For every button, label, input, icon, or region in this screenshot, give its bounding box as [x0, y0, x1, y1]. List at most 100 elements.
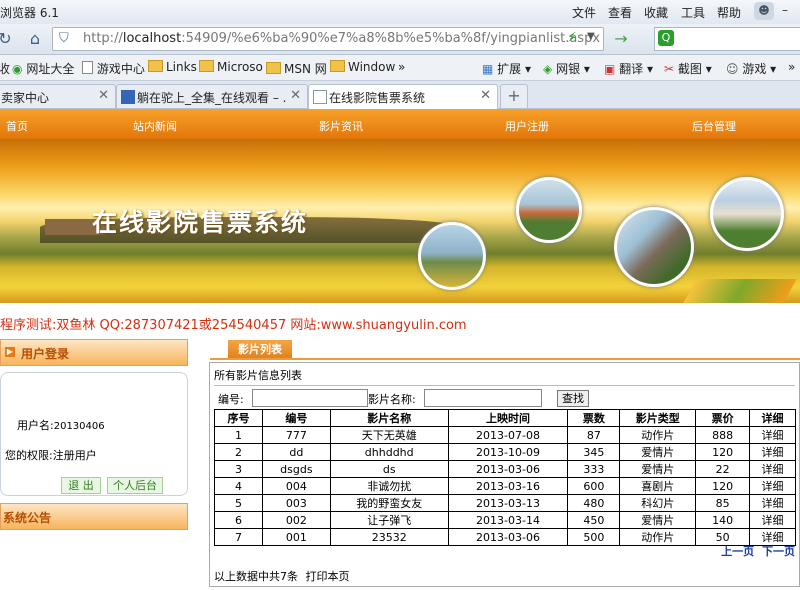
table-header-row: 序号 编号 影片名称 上映时间 票数 影片类型 票价 详细: [214, 409, 796, 427]
table-cell: 2013-03-13: [447, 494, 569, 512]
table-row[interactable]: 7 001 23532 2013-03-06 500 动作片 50 详细: [214, 528, 796, 546]
column-header: 票数: [567, 409, 621, 427]
bookmark-windows[interactable]: Window: [330, 60, 395, 74]
detail-link[interactable]: 详细: [749, 477, 796, 495]
user-avatar-icon[interactable]: ☻: [754, 2, 774, 20]
print-page-link[interactable]: 打印本页: [306, 570, 350, 583]
folder-icon: [199, 60, 214, 72]
bookmark-games[interactable]: 游戏中心: [82, 60, 145, 77]
bookmark-microsoft[interactable]: Microso: [199, 60, 263, 74]
table-cell: 4: [214, 477, 263, 495]
panel-title: 所有影片信息列表: [214, 369, 302, 382]
minimize-icon[interactable]: –: [782, 3, 788, 17]
total-count: 以上数据中共7条: [214, 570, 298, 583]
notice-header: 系统公告: [0, 503, 188, 530]
table-cell: 爱情片: [619, 443, 697, 461]
bookmark-fav[interactable]: 收: [0, 60, 10, 77]
table-cell: 2: [214, 443, 263, 461]
table-cell: 002: [261, 511, 331, 529]
code-input[interactable]: [252, 389, 368, 407]
menu-tools[interactable]: 工具: [681, 4, 705, 21]
search-button[interactable]: 查找: [557, 390, 589, 407]
menu-help[interactable]: 帮助: [717, 4, 741, 21]
table-row[interactable]: 6 002 让子弹飞 2013-03-14 450 爱情片 140 详细: [214, 511, 796, 529]
nav-register[interactable]: 用户注册: [505, 118, 549, 134]
detail-link[interactable]: 详细: [749, 460, 796, 478]
menu-file[interactable]: 文件: [572, 4, 596, 21]
table-cell: 140: [695, 511, 751, 529]
column-header: 编号: [261, 409, 331, 427]
bookmark-links[interactable]: Links: [148, 60, 197, 74]
close-tab-icon[interactable]: ✕: [290, 88, 301, 103]
table-footer: 以上数据中共7条 打印本页: [214, 568, 350, 584]
next-page-link[interactable]: 下一页: [762, 545, 795, 558]
tab-cinema[interactable]: 在线影院售票系统 ✕: [308, 84, 498, 109]
table-row[interactable]: 5 003 我的野蛮女友 2013-03-13 480 科幻片 85 详细: [214, 494, 796, 512]
toolbar-translate[interactable]: ▣ 翻译 ▾: [604, 60, 653, 77]
table-cell: 85: [695, 494, 751, 512]
url-dropdown-icon[interactable]: ▼: [587, 31, 595, 42]
close-tab-icon[interactable]: ✕: [98, 88, 109, 103]
go-arrow-icon[interactable]: →: [610, 28, 632, 50]
home-icon[interactable]: ⌂: [24, 28, 46, 50]
movie-name-input[interactable]: [424, 389, 542, 407]
table-cell: 1: [214, 426, 263, 444]
search-toolbar: 编号: 影片名称: 查找: [214, 385, 795, 408]
toolbar-bank[interactable]: ◈ 网银 ▾: [543, 60, 590, 77]
scene-photo: [516, 177, 582, 243]
detail-link[interactable]: 详细: [749, 511, 796, 529]
prev-page-link[interactable]: 上一页: [721, 545, 754, 558]
tab-seller-center[interactable]: 卖家中心 ✕: [0, 84, 116, 108]
bookmarks-more[interactable]: »: [398, 60, 405, 74]
menu-view[interactable]: 查看: [608, 4, 632, 21]
bookmark-sites[interactable]: ◉ 网址大全: [12, 60, 74, 77]
toolbar-games[interactable]: ☺ 游戏 ▾: [726, 60, 776, 77]
search-engine-icon[interactable]: Q: [658, 30, 674, 46]
table-cell: 7: [214, 528, 263, 546]
nav-news[interactable]: 站内新闻: [133, 118, 177, 134]
scene-photo: [418, 222, 486, 290]
table-cell: 120: [695, 443, 751, 461]
nav-admin[interactable]: 后台管理: [692, 118, 736, 134]
detail-link[interactable]: 详细: [749, 426, 796, 444]
table-cell: 003: [261, 494, 331, 512]
logout-button[interactable]: 退 出: [61, 477, 101, 494]
toolbar-more[interactable]: »: [788, 60, 795, 74]
menu-favorites[interactable]: 收藏: [644, 4, 668, 21]
decor-stripe: [683, 279, 797, 303]
toolbar-screenshot[interactable]: ✂ 截图 ▾: [664, 60, 712, 77]
folder-icon: [148, 60, 163, 72]
code-label: 编号:: [218, 393, 244, 406]
table-row[interactable]: 3 dsgds ds 2013-03-06 333 爱情片 22 详细: [214, 460, 796, 478]
search-input[interactable]: Q: [654, 27, 800, 51]
nav-home[interactable]: 首页: [6, 118, 28, 134]
table-cell: 2013-03-14: [447, 511, 569, 529]
table-cell: 让子弹飞: [329, 511, 449, 529]
detail-link[interactable]: 详细: [749, 443, 796, 461]
column-header: 上映时间: [447, 409, 569, 427]
close-tab-icon[interactable]: ✕: [480, 88, 491, 103]
table-cell: 120: [695, 477, 751, 495]
table-row[interactable]: 4 004 非诚勿扰 2013-03-16 600 喜剧片 120 详细: [214, 477, 796, 495]
table-cell: 333: [567, 460, 621, 478]
table-row[interactable]: 1 777 天下无英雄 2013-07-08 87 动作片 888 详细: [214, 426, 796, 444]
detail-link[interactable]: 详细: [749, 494, 796, 512]
new-tab-button[interactable]: +: [500, 84, 528, 108]
table-cell: 001: [261, 528, 331, 546]
bank-shield-icon: ◈: [543, 62, 553, 76]
url-field[interactable]: ⛉ http://localhost:54909/%e6%ba%90%e7%a8…: [52, 27, 604, 51]
column-header: 票价: [695, 409, 751, 427]
bookmark-msn[interactable]: MSN 网: [266, 60, 327, 77]
tab-movie-list[interactable]: 影片列表: [228, 340, 292, 359]
scene-photo: [614, 207, 694, 287]
bolt-icon[interactable]: ⚡: [567, 30, 577, 46]
personal-center-button[interactable]: 个人后台: [107, 477, 163, 494]
pager: 上一页 下一页: [721, 543, 795, 559]
tab-video[interactable]: 躺在驼上_全集_在线观看 – ... ✕: [116, 84, 308, 108]
nav-movie-info[interactable]: 影片资讯: [319, 118, 363, 134]
refresh-icon[interactable]: ↻: [0, 28, 16, 50]
table-cell: 23532: [329, 528, 449, 546]
toolbar-extensions[interactable]: ▦ 扩展 ▾: [482, 60, 531, 77]
table-row[interactable]: 2 dd dhhddhd 2013-10-09 345 爱情片 120 详细: [214, 443, 796, 461]
table-cell: 450: [567, 511, 621, 529]
